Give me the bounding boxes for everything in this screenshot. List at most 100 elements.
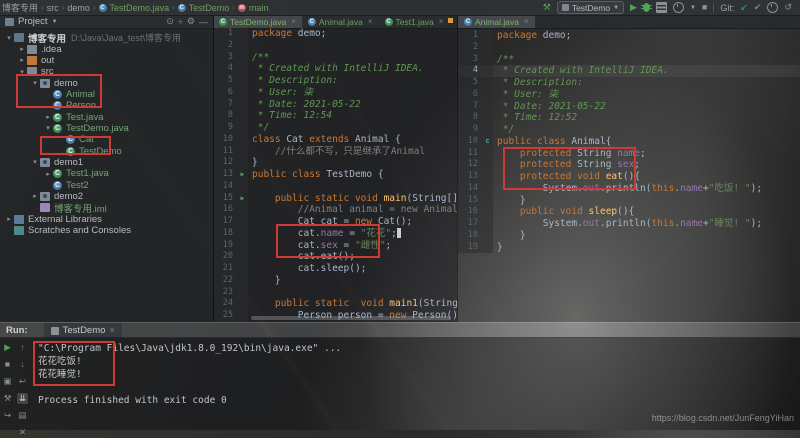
code-line-9[interactable]: 9 */ <box>458 124 800 136</box>
project-panel-title[interactable]: Project <box>18 16 48 27</box>
expander-right-icon[interactable]: ▸ <box>4 215 14 223</box>
code-line-8[interactable]: 8 * Time: 12:52 <box>458 112 800 124</box>
tree-item-demo1[interactable]: ▾ demo1 <box>0 157 213 168</box>
breadcrumb-item-main[interactable]: m main <box>237 3 268 13</box>
close-icon[interactable]: × <box>368 17 373 26</box>
tree-item-test-java[interactable]: ▸ C Test.java <box>0 111 213 123</box>
run-gutter-icon[interactable]: ▶ <box>237 192 248 205</box>
history-button[interactable] <box>767 2 779 13</box>
tree-item-animal[interactable]: C Animal <box>0 89 213 100</box>
code-line-1[interactable]: 1 package demo; <box>458 30 800 42</box>
stop-button[interactable]: ■ <box>702 2 707 13</box>
coverage-button[interactable] <box>655 2 667 13</box>
close-icon[interactable]: × <box>524 17 529 26</box>
expander-right-icon[interactable]: ▸ <box>17 45 27 53</box>
tree-item-out[interactable]: ▸ out <box>0 55 213 66</box>
tab-test1-java[interactable]: C Test1.java × <box>378 15 450 28</box>
code-line-19[interactable]: 19} <box>458 241 800 254</box>
tree-item-testdemo[interactable]: C TestDemo <box>0 145 213 157</box>
breadcrumb-item-testdemo-java[interactable]: C TestDemo.java <box>98 3 169 13</box>
breadcrumb-item-testdemo[interactable]: C TestDemo <box>177 3 229 13</box>
build-hammer-icon[interactable]: ⚒ <box>543 2 551 13</box>
locate-icon[interactable]: ⊙ <box>166 16 174 27</box>
tree-item-person[interactable]: C Person <box>0 100 213 111</box>
breadcrumb-item-博客专用[interactable]: 博客专用 <box>2 1 38 14</box>
expander-right-icon[interactable]: ▸ <box>43 170 53 178</box>
code-line-14[interactable]: 14 System.out.println(this.name+"吃饭! "); <box>458 182 800 195</box>
code-line-6[interactable]: 6 * User: 柒 <box>213 86 457 99</box>
dump-button[interactable]: ▣ <box>2 376 13 387</box>
code-line-7[interactable]: 7 * Date: 2021-05-22 <box>213 98 457 111</box>
revert-button[interactable]: ↺ <box>784 2 792 13</box>
code-line-4[interactable]: 4 * Created with IntelliJ IDEA. <box>213 63 457 75</box>
code-line-16[interactable]: 16 //Animal animal = new Animal(); <box>213 204 457 216</box>
close-icon[interactable]: × <box>109 325 115 336</box>
hide-panel-icon[interactable]: — <box>199 17 208 27</box>
code-line-13[interactable]: 13 protected void eat(){ <box>458 171 800 183</box>
code-line-18[interactable]: 18 cat.name = "花花"; <box>213 227 457 240</box>
close-icon[interactable]: × <box>291 17 296 26</box>
run-gutter-icon[interactable]: ▶ <box>237 169 248 181</box>
print-button[interactable]: ▤ <box>17 410 28 421</box>
expander-down-icon[interactable]: ▾ <box>43 124 53 132</box>
tree-item-cat[interactable]: C Cat <box>0 134 213 145</box>
tree-item-testdemo-java[interactable]: ▾ C TestDemo.java <box>0 123 213 134</box>
debug-button[interactable] <box>640 3 652 12</box>
close-icon[interactable]: × <box>439 17 444 26</box>
code-line-10[interactable]: 10 class Cat extends Animal { <box>213 133 457 146</box>
code-line-13[interactable]: 13 ▶ public class TestDemo { <box>213 169 457 181</box>
expander-right-icon[interactable]: ▸ <box>30 192 40 200</box>
breadcrumb-item-src[interactable]: src <box>47 3 59 13</box>
code-line-2[interactable]: 2 <box>458 41 800 54</box>
code-line-24[interactable]: 24 public static void main1(String[] arg… <box>213 298 457 310</box>
tree-item-test1-java[interactable]: ▸ C Test1.java <box>0 168 213 179</box>
code-line-9[interactable]: 9 */ <box>213 122 457 134</box>
code-line-20[interactable]: 20 cat.eat(); <box>213 251 457 263</box>
code-line-6[interactable]: 6 * User: 柒 <box>458 88 800 101</box>
jump-button[interactable]: ↪ <box>2 410 13 421</box>
code-line-5[interactable]: 5 * Description: <box>213 75 457 87</box>
code-line-22[interactable]: 22 } <box>213 274 457 287</box>
tree-item-scratches-and-consoles[interactable]: Scratches and Consoles <box>0 225 213 236</box>
tree-item-demo[interactable]: ▾ demo <box>0 77 213 89</box>
code-line-21[interactable]: 21 cat.sleep(); <box>213 263 457 275</box>
rerun-button[interactable]: ▶ <box>2 342 13 353</box>
code-line-4[interactable]: 4 * Created with IntelliJ IDEA. <box>458 65 800 77</box>
expander-down-icon[interactable]: ▾ <box>17 68 27 76</box>
code-line-8[interactable]: 8 * Time: 12:54 <box>213 110 457 122</box>
code-line-5[interactable]: 5 * Description: <box>458 77 800 89</box>
scroll-end-button[interactable]: ⇊ <box>17 393 28 404</box>
code-line-12[interactable]: 12} <box>213 157 457 169</box>
profiler-chevron-icon[interactable]: ▼ <box>690 5 696 11</box>
code-line-17[interactable]: 17 Cat cat = new Cat(); <box>213 216 457 228</box>
expander-right-icon[interactable]: ▸ <box>17 56 27 64</box>
tree-item-idea[interactable]: ▸ .idea <box>0 43 213 55</box>
tree-item-博客专用-iml[interactable]: 博客专用.iml <box>0 202 213 215</box>
code-line-1[interactable]: 1 package demo; <box>213 28 457 40</box>
git-commit-button[interactable]: ✔ <box>754 2 762 13</box>
expander-down-icon[interactable]: ▾ <box>4 34 14 42</box>
code-line-18[interactable]: 18 } <box>458 229 800 242</box>
expander-down-icon[interactable]: ▾ <box>30 79 40 87</box>
run-button[interactable]: ▶ <box>630 2 637 13</box>
down-button[interactable]: ↓ <box>17 359 28 370</box>
expander-right-icon[interactable]: ▸ <box>43 113 53 121</box>
project-chevron-down-icon[interactable]: ▼ <box>52 19 58 25</box>
run-config-select[interactable]: TestDemo ▼ <box>556 1 625 14</box>
tab-animal-java[interactable]: C Animal.java × <box>458 15 535 28</box>
git-update-button[interactable]: ↙ <box>740 2 748 13</box>
code-line-12[interactable]: 12 protected String sex; <box>458 159 800 171</box>
code-line-3[interactable]: 3 /** <box>213 51 457 64</box>
stop-button[interactable]: ■ <box>2 359 13 370</box>
code-line-11[interactable]: 11 protected String name; <box>458 147 800 160</box>
tab-testdemo-java[interactable]: C TestDemo.java × <box>213 15 302 28</box>
code-line-14[interactable]: 14 <box>213 180 457 193</box>
code-line-2[interactable]: 2 <box>213 39 457 52</box>
tab-animal-java[interactable]: C Animal.java × <box>301 15 379 28</box>
code-line-16[interactable]: 16 public void sleep(){ <box>458 206 800 218</box>
code-line-7[interactable]: 7 * Date: 2021-05-22 <box>458 100 800 113</box>
profiler-button[interactable] <box>672 2 684 13</box>
tree-item-src[interactable]: ▾ src <box>0 66 213 77</box>
run-tab[interactable]: TestDemo × <box>43 323 122 338</box>
code-line-3[interactable]: 3 /** <box>458 53 800 66</box>
